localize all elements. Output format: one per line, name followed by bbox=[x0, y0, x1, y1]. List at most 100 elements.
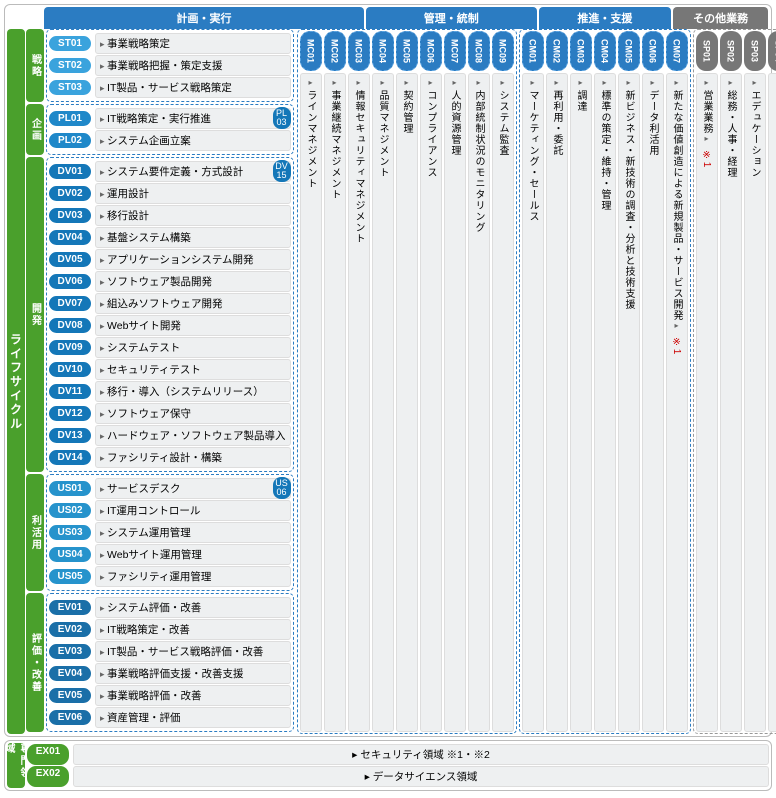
vcol-code: CM02 bbox=[546, 31, 568, 71]
vcol-bar: 新たな価値創造による新規製品・サービス開発 ※1 bbox=[666, 73, 688, 732]
vcol[interactable]: MC06コンプライアンス bbox=[420, 31, 442, 732]
vcol-bar: コールセンター bbox=[768, 73, 776, 732]
vcol-code: MC06 bbox=[420, 31, 442, 71]
group-strategy: 戦略ST01事業戦略策定ST02事業戦略把握・策定支援ST03IT製品・サービス… bbox=[26, 29, 294, 102]
task-row[interactable]: PL01IT戦略策定・実行推進 bbox=[49, 108, 291, 129]
group-label: 評価・改善 bbox=[26, 593, 44, 732]
task-row[interactable]: US04Webサイト運用管理 bbox=[49, 544, 291, 565]
vcol-code: MC03 bbox=[348, 31, 370, 71]
task-row[interactable]: PL02システム企画立案 bbox=[49, 130, 291, 151]
group-eval: 評価・改善 EV01システム評価・改善EV02IT戦略策定・改善EV03IT製品・… bbox=[26, 593, 294, 732]
task-row[interactable]: US05ファシリティ運用管理 bbox=[49, 566, 291, 587]
task-name: ソフトウェア製品開発 bbox=[95, 271, 291, 292]
task-name: セキュリティテスト bbox=[95, 359, 291, 380]
vcol-code: CM07 bbox=[666, 31, 688, 71]
side-badge[interactable]: PL 03 bbox=[273, 107, 291, 129]
vcol-bar: 品質マネジメント bbox=[372, 73, 394, 732]
task-row[interactable]: EV01システム評価・改善 bbox=[49, 597, 291, 618]
vcol-code: MC07 bbox=[444, 31, 466, 71]
task-row[interactable]: ST02事業戦略把握・策定支援 bbox=[49, 55, 291, 76]
vcol-group: CM01マーケティング・セールスCM02再利用・委託CM03調達CM04標準の策… bbox=[519, 29, 691, 734]
task-code: PL01 bbox=[49, 111, 91, 126]
vcol-bar: 情報セキュリティマネジメント bbox=[348, 73, 370, 732]
task-code: ST01 bbox=[49, 36, 91, 51]
vcol[interactable]: MC07人的資源管理 bbox=[444, 31, 466, 732]
task-row[interactable]: EV06資産管理・評価 bbox=[49, 707, 291, 728]
vcol[interactable]: MC05契約管理 bbox=[396, 31, 418, 732]
vcol[interactable]: CM03調達 bbox=[570, 31, 592, 732]
header-row: 計画・実行 管理・統制 推進・支援 その他業務 bbox=[43, 7, 769, 29]
task-name: 事業戦略評価支援・改善支援 bbox=[95, 663, 291, 684]
task-row[interactable]: EV05事業戦略評価・改善 bbox=[49, 685, 291, 706]
vcol-code: MC02 bbox=[324, 31, 346, 71]
task-row[interactable]: DV14ファシリティ設計・構築 bbox=[49, 447, 291, 468]
task-groups: 戦略ST01事業戦略策定ST02事業戦略把握・策定支援ST03IT製品・サービス… bbox=[26, 29, 294, 734]
task-code: EV06 bbox=[49, 710, 91, 725]
vcol[interactable]: SP03エデュケーション bbox=[744, 31, 766, 732]
side-badge[interactable]: DV 15 bbox=[273, 160, 291, 182]
side-badge[interactable]: US 06 bbox=[273, 477, 291, 499]
task-row[interactable]: DV13ハードウェア・ソフトウェア製品導入 bbox=[49, 425, 291, 446]
task-row[interactable]: US02IT運用コントロール bbox=[49, 500, 291, 521]
task-row[interactable]: DV08Webサイト開発 bbox=[49, 315, 291, 336]
vcol-bar: 人的資源管理 bbox=[444, 73, 466, 732]
vcol[interactable]: SP01営業業務 ※1 bbox=[696, 31, 718, 732]
task-row[interactable]: ST03IT製品・サービス戦略策定 bbox=[49, 77, 291, 98]
vcol-bar: コンプライアンス bbox=[420, 73, 442, 732]
vcol[interactable]: SP02総務・人事・経理 bbox=[720, 31, 742, 732]
vcol[interactable]: MC01ラインマネジメント bbox=[300, 31, 322, 732]
vcol-bar: 総務・人事・経理 bbox=[720, 73, 742, 732]
task-row[interactable]: DV11移行・導入（システムリリース） bbox=[49, 381, 291, 402]
task-name: 組込みソフトウェア開発 bbox=[95, 293, 291, 314]
expert-row[interactable]: EX02▸ データサイエンス領域 bbox=[27, 766, 769, 787]
vcol[interactable]: CM07新たな価値創造による新規製品・サービス開発 ※1 bbox=[666, 31, 688, 732]
task-row[interactable]: DV05アプリケーションシステム開発 bbox=[49, 249, 291, 270]
vcol-code: SP03 bbox=[744, 31, 766, 71]
task-row[interactable]: US01サービスデスク bbox=[49, 478, 291, 499]
vcol[interactable]: CM02再利用・委託 bbox=[546, 31, 568, 732]
task-code: US02 bbox=[49, 503, 91, 518]
vcol[interactable]: MC02事業継続マネジメント bbox=[324, 31, 346, 732]
task-code: DV05 bbox=[49, 252, 91, 267]
task-code: DV10 bbox=[49, 362, 91, 377]
vcol[interactable]: MC09システム監査 bbox=[492, 31, 514, 732]
vcol[interactable]: CM06データ利活用 bbox=[642, 31, 664, 732]
task-code: DV12 bbox=[49, 406, 91, 421]
vcol-code: SP01 bbox=[696, 31, 718, 71]
task-name: 事業戦略把握・策定支援 bbox=[95, 55, 291, 76]
task-row[interactable]: DV09システムテスト bbox=[49, 337, 291, 358]
task-row[interactable]: DV10 セキュリティテスト bbox=[49, 359, 291, 380]
vcol[interactable]: CM05新ビジネス・新技術の調査・分析と技術支援 bbox=[618, 31, 640, 732]
task-row[interactable]: DV03移行設計 bbox=[49, 205, 291, 226]
expert-name: ▸ セキュリティ領域 ※1・※2 bbox=[73, 744, 769, 765]
group-label: 戦略 bbox=[26, 29, 44, 102]
task-row[interactable]: DV01システム要件定義・方式設計 bbox=[49, 161, 291, 182]
task-row[interactable]: ST01事業戦略策定 bbox=[49, 33, 291, 54]
vcol[interactable]: SP04コールセンター bbox=[768, 31, 776, 732]
vcol[interactable]: MC08内部統制状況のモニタリング bbox=[468, 31, 490, 732]
task-row[interactable]: DV12 ソフトウェア保守 bbox=[49, 403, 291, 424]
vcol[interactable]: MC04品質マネジメント bbox=[372, 31, 394, 732]
task-name: システム要件定義・方式設計 bbox=[95, 161, 291, 182]
task-code: DV09 bbox=[49, 340, 91, 355]
task-row[interactable]: EV03IT製品・サービス戦略評価・改善 bbox=[49, 641, 291, 662]
task-row[interactable]: DV07組込みソフトウェア開発 bbox=[49, 293, 291, 314]
expert-row[interactable]: EX01▸ セキュリティ領域 ※1・※2 bbox=[27, 744, 769, 765]
vcol[interactable]: CM04標準の策定・維持・管理 bbox=[594, 31, 616, 732]
vcol[interactable]: CM01マーケティング・セールス bbox=[522, 31, 544, 732]
body: ライフサイクル 戦略ST01事業戦略策定ST02事業戦略把握・策定支援ST03I… bbox=[7, 29, 769, 734]
task-name: ソフトウェア保守 bbox=[95, 403, 291, 424]
task-row[interactable]: US03システム運用管理 bbox=[49, 522, 291, 543]
vcol[interactable]: MC03情報セキュリティマネジメント bbox=[348, 31, 370, 732]
vcol-bar: システム監査 bbox=[492, 73, 514, 732]
frame: 計画・実行 管理・統制 推進・支援 その他業務 ライフサイクル 戦略ST01事業… bbox=[4, 4, 772, 737]
task-name: Webサイト開発 bbox=[95, 315, 291, 336]
task-row[interactable]: DV06ソフトウェア製品開発 bbox=[49, 271, 291, 292]
task-row[interactable]: DV02運用設計 bbox=[49, 183, 291, 204]
task-row[interactable]: EV04事業戦略評価支援・改善支援 bbox=[49, 663, 291, 684]
task-code: US01 bbox=[49, 481, 91, 496]
task-row[interactable]: DV04基盤システム構築 bbox=[49, 227, 291, 248]
vcol-bar: 契約管理 bbox=[396, 73, 418, 732]
task-row[interactable]: EV02IT戦略策定・改善 bbox=[49, 619, 291, 640]
task-code: DV02 bbox=[49, 186, 91, 201]
